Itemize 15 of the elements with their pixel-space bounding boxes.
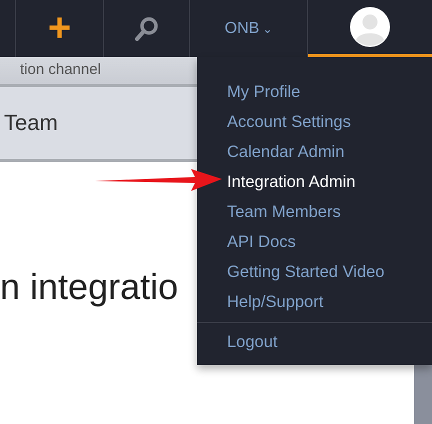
panel-text: Team <box>4 110 58 136</box>
menu-item[interactable]: My Profile <box>227 77 432 107</box>
menu-item[interactable]: API Docs <box>227 227 432 257</box>
panel-text: tion channel <box>20 61 101 78</box>
search-icon[interactable] <box>134 16 160 42</box>
menu-item[interactable]: Help/Support <box>227 287 432 317</box>
menu-item[interactable]: Calendar Admin <box>227 137 432 167</box>
avatar-icon <box>350 7 390 47</box>
page-heading: n integratio <box>0 266 180 308</box>
menu-item[interactable]: Team Members <box>227 197 432 227</box>
menu-item[interactable]: Getting Started Video <box>227 257 432 287</box>
logout-item[interactable]: Logout <box>227 327 432 357</box>
menu-item[interactable]: Account Settings <box>227 107 432 137</box>
scrollbar[interactable] <box>414 365 432 424</box>
menu-item[interactable]: Integration Admin <box>227 167 432 197</box>
